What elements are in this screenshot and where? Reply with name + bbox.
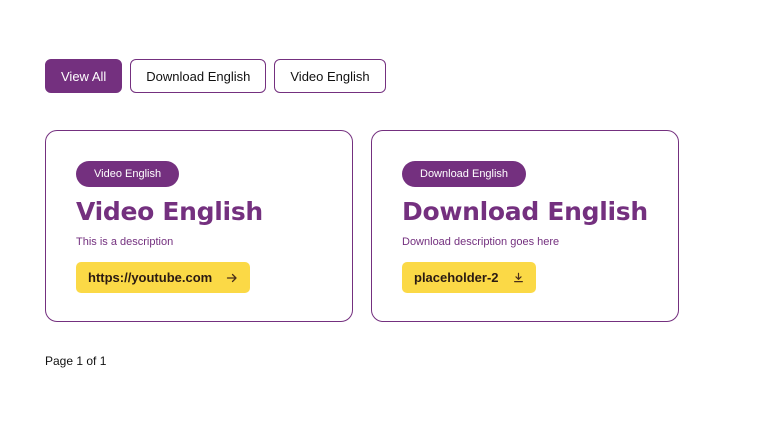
card-link-button[interactable]: https://youtube.com <box>76 262 251 293</box>
card-title: Download English <box>402 197 648 226</box>
filter-download-english-button[interactable]: Download English <box>130 59 267 93</box>
resource-card-video: Video English Video English This is a de… <box>45 130 353 322</box>
card-link-label: placeholder-2 <box>414 270 499 285</box>
filter-bar: View All Download English Video English <box>45 59 386 93</box>
card-link-label: https://youtube.com <box>88 270 213 285</box>
filter-video-english-button[interactable]: Video English <box>274 59 386 93</box>
category-tag: Download English <box>402 161 527 187</box>
filter-view-all-button[interactable]: View All <box>45 59 123 93</box>
arrow-right-icon <box>226 272 238 284</box>
card-link-button[interactable]: placeholder-2 <box>402 262 536 293</box>
category-tag: Video English <box>76 161 180 187</box>
pagination-text: Page 1 of 1 <box>45 354 107 368</box>
download-icon <box>513 272 524 283</box>
card-description: This is a description <box>76 236 174 248</box>
card-title: Video English <box>76 197 263 226</box>
resource-card-download: Download English Download English Downlo… <box>371 130 679 322</box>
card-description: Download description goes here <box>402 236 560 248</box>
